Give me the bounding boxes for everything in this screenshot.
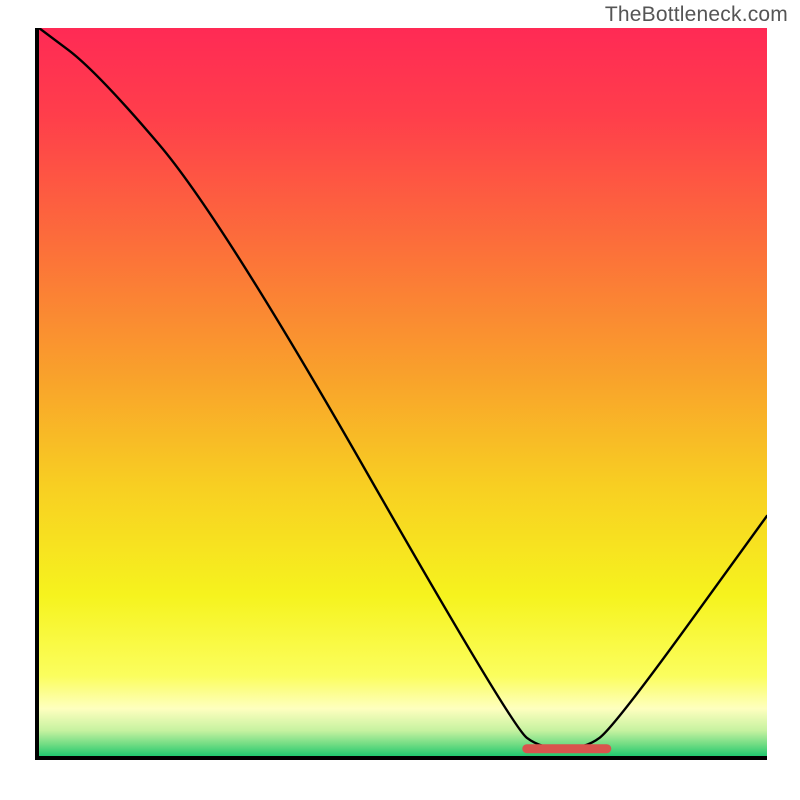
optimal-range-marker bbox=[39, 28, 767, 756]
watermark-text: TheBottleneck.com bbox=[605, 3, 788, 27]
chart-canvas: TheBottleneck.com bbox=[0, 0, 800, 800]
plot-area bbox=[39, 28, 767, 756]
